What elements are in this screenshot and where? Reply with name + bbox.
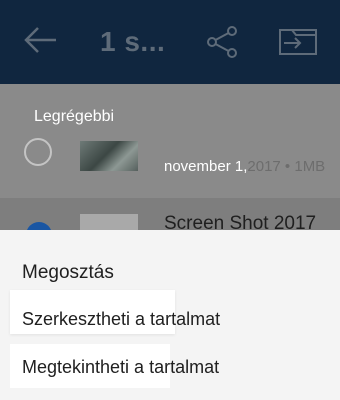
- file-date: november 1,: [164, 158, 248, 175]
- app-bar: 1 s...: [0, 0, 340, 84]
- can-view-label[interactable]: Megtekintheti a tartalmat: [22, 357, 219, 378]
- sort-order-label[interactable]: Legrégebbi: [34, 108, 114, 126]
- selection-title: 1 s...: [100, 26, 166, 57]
- share-icon[interactable]: [204, 24, 240, 60]
- file-size-info: 2017 • 1MB: [247, 158, 326, 175]
- sheet-title: Megosztás: [22, 262, 114, 283]
- file-thumbnail: [80, 214, 138, 230]
- can-edit-label[interactable]: Szerkesztheti a tartalmat: [22, 309, 220, 330]
- move-to-folder-icon[interactable]: [278, 26, 318, 58]
- back-arrow-icon[interactable]: [22, 24, 58, 56]
- select-checkbox[interactable]: [24, 138, 52, 166]
- file-meta: november 1,2017 • 1MB: [164, 158, 325, 175]
- file-thumbnail: [80, 141, 138, 171]
